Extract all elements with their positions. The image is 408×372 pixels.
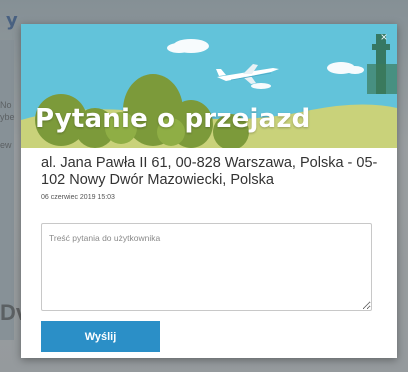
close-icon[interactable]: ×	[377, 30, 391, 44]
route-date: 06 czerwiec 2019 15:03	[41, 194, 115, 201]
modal-title: Pytanie o przejazd	[35, 104, 311, 134]
question-modal: × Pytanie o przejazd al. Jana Pawła II 6…	[21, 24, 397, 358]
question-textarea[interactable]	[41, 223, 372, 311]
hero-banner: × Pytanie o przejazd	[21, 24, 397, 148]
airplane-icon	[216, 64, 279, 84]
send-button[interactable]: Wyślij	[41, 321, 160, 352]
route-description: al. Jana Pawła II 61, 00-828 Warszawa, P…	[41, 155, 378, 188]
